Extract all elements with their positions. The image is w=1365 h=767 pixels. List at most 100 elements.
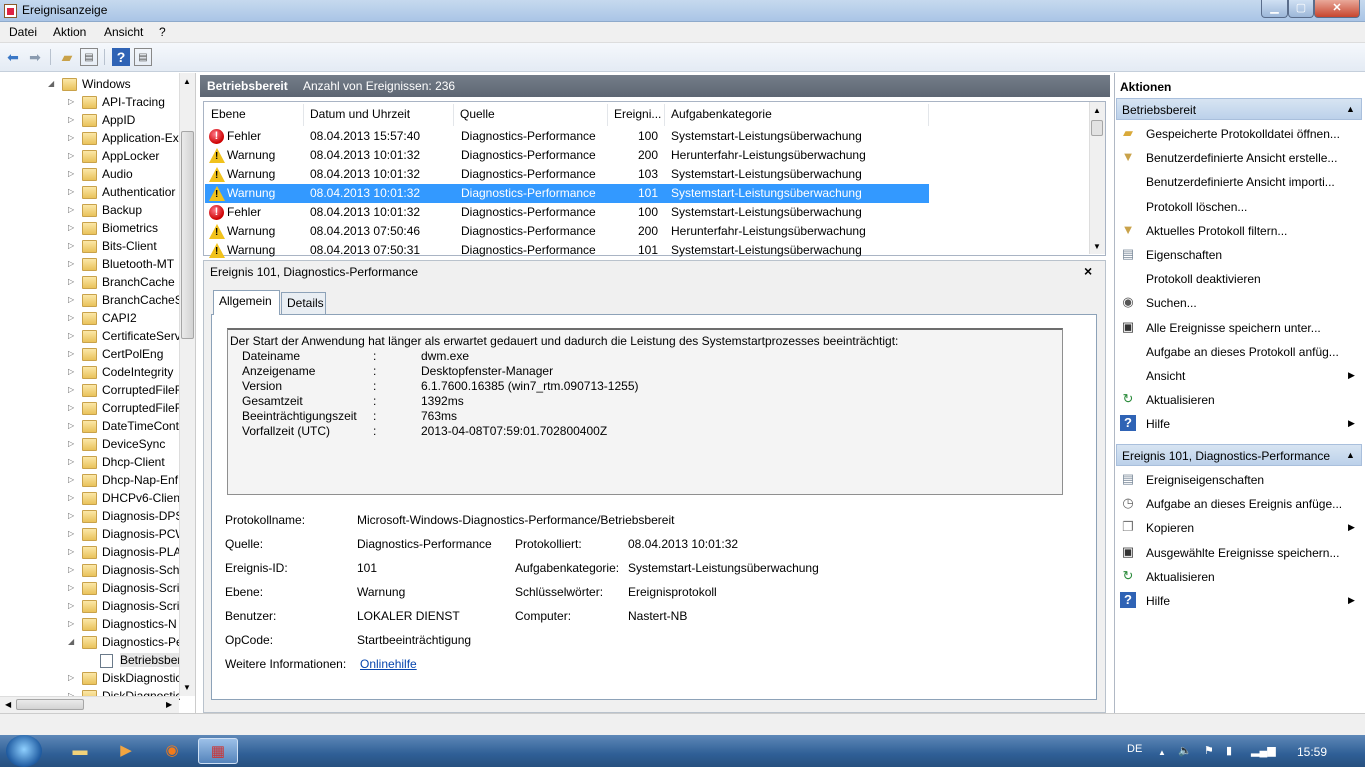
expand-arrow-icon[interactable]: ▷ bbox=[68, 439, 74, 448]
tree-item[interactable]: ▷ Audio bbox=[0, 166, 180, 184]
tree-item[interactable]: ◢ Windows bbox=[0, 76, 180, 94]
expand-arrow-icon[interactable]: ▷ bbox=[68, 223, 74, 232]
table-row[interactable]: Warnung 08.04.2013 10:01:32 Diagnostics-Pe… bbox=[205, 165, 929, 184]
table-row[interactable]: ! Fehler 08.04.2013 10:01:32 Diagnostics-Pe… bbox=[205, 203, 929, 222]
show-hidden-icons-icon[interactable]: ▲ bbox=[1158, 748, 1166, 757]
start-button[interactable] bbox=[6, 735, 42, 767]
tree-item[interactable]: ▷ CertificateServ bbox=[0, 328, 180, 346]
online-help-link[interactable]: Onlinehilfe bbox=[360, 657, 417, 671]
tree-item[interactable]: ▷ CorruptedFileF bbox=[0, 382, 180, 400]
tree-item[interactable]: ▷ DeviceSync bbox=[0, 436, 180, 454]
tree-item[interactable]: ▷ AppID bbox=[0, 112, 180, 130]
tree-item[interactable]: ▷ Diagnosis-DPS bbox=[0, 508, 180, 526]
column-header-category[interactable]: Aufgabenkategorie bbox=[665, 104, 929, 126]
tree-scroll-thumb[interactable] bbox=[181, 131, 194, 339]
tree-item[interactable]: ◢ Diagnostics-Pe bbox=[0, 634, 180, 652]
scroll-left-icon[interactable]: ◀ bbox=[5, 700, 11, 709]
expand-arrow-icon[interactable]: ▷ bbox=[68, 295, 74, 304]
expand-arrow-icon[interactable]: ▷ bbox=[68, 565, 74, 574]
tab-details[interactable]: Details bbox=[281, 292, 326, 314]
table-row[interactable]: Warnung 08.04.2013 07:50:46 Diagnostics-Pe… bbox=[205, 222, 929, 241]
expand-arrow-icon[interactable]: ▷ bbox=[68, 277, 74, 286]
tree-item[interactable]: ▷ Diagnosis-Scri bbox=[0, 598, 180, 616]
expand-arrow-icon[interactable]: ▷ bbox=[68, 187, 74, 196]
expand-arrow-icon[interactable]: ▷ bbox=[68, 349, 74, 358]
tree-item[interactable]: ▷ DiskDiagnostic bbox=[0, 670, 180, 688]
firefox-icon[interactable]: ◉ bbox=[152, 738, 192, 764]
tree-item[interactable]: ▷ Authenticatior bbox=[0, 184, 180, 202]
action-center-flag-icon[interactable]: ⚑ bbox=[1204, 744, 1214, 757]
collapse-arrow-icon[interactable]: ◢ bbox=[68, 637, 74, 646]
expand-arrow-icon[interactable]: ▷ bbox=[68, 241, 74, 250]
expand-arrow-icon[interactable]: ▷ bbox=[68, 583, 74, 592]
tree-item[interactable]: ▷ CAPI2 bbox=[0, 310, 180, 328]
table-row[interactable]: Warnung 08.04.2013 07:50:31 Diagnostics-Pe… bbox=[205, 241, 929, 260]
tree-item[interactable]: ▷ CorruptedFileF bbox=[0, 400, 180, 418]
expand-arrow-icon[interactable]: ▷ bbox=[68, 601, 74, 610]
network-icon[interactable]: ▂▄▆ bbox=[1251, 744, 1276, 757]
close-button[interactable]: ✕ bbox=[1314, 0, 1360, 18]
expand-arrow-icon[interactable]: ▷ bbox=[68, 457, 74, 466]
forward-icon[interactable]: ➡ bbox=[26, 48, 44, 66]
tree-item[interactable]: ▷ Application-Ex bbox=[0, 130, 180, 148]
expand-arrow-icon[interactable]: ▷ bbox=[68, 259, 74, 268]
language-indicator[interactable]: DE bbox=[1127, 743, 1142, 755]
show-actions-icon[interactable]: ▤ bbox=[134, 48, 152, 66]
tree-hscroll-thumb[interactable] bbox=[16, 699, 84, 710]
tree-item[interactable]: ▷ API-Tracing bbox=[0, 94, 180, 112]
column-header-level[interactable]: Ebene bbox=[205, 104, 304, 126]
expand-arrow-icon[interactable]: ▷ bbox=[68, 151, 74, 160]
tree-item[interactable]: ▷ CertPolEng bbox=[0, 346, 180, 364]
tree-item[interactable]: ▷ Bluetooth-MT bbox=[0, 256, 180, 274]
close-icon[interactable]: × bbox=[1084, 263, 1092, 279]
tree-item[interactable]: ▷ DateTimeCont bbox=[0, 418, 180, 436]
expand-arrow-icon[interactable]: ▷ bbox=[68, 313, 74, 322]
expand-arrow-icon[interactable]: ▷ bbox=[68, 673, 74, 682]
table-row[interactable]: ! Fehler 08.04.2013 15:57:40 Diagnostics-Pe… bbox=[205, 127, 929, 146]
column-header-date[interactable]: Datum und Uhrzeit bbox=[304, 104, 454, 126]
expand-arrow-icon[interactable]: ▷ bbox=[68, 115, 74, 124]
expand-arrow-icon[interactable]: ▷ bbox=[68, 529, 74, 538]
expand-arrow-icon[interactable]: ▷ bbox=[68, 97, 74, 106]
menu-aktion[interactable]: Aktion bbox=[53, 25, 86, 39]
minimize-button[interactable]: ▁ bbox=[1261, 0, 1288, 18]
power-icon[interactable]: ▮ bbox=[1226, 744, 1232, 757]
collapse-icon[interactable]: ▲ bbox=[1346, 450, 1355, 460]
expand-arrow-icon[interactable]: ▷ bbox=[68, 547, 74, 556]
tree-item[interactable]: ▷ Diagnostics-N bbox=[0, 616, 180, 634]
tree-item[interactable]: ▷ Dhcp-Nap-Enf bbox=[0, 472, 180, 490]
expand-arrow-icon[interactable]: ▷ bbox=[68, 619, 74, 628]
show-tree-icon[interactable]: ▤ bbox=[80, 48, 98, 66]
table-row[interactable]: Warnung 08.04.2013 10:01:32 Diagnostics-Pe… bbox=[205, 146, 929, 165]
expand-arrow-icon[interactable]: ▷ bbox=[68, 169, 74, 178]
tree-item[interactable]: ▷ Backup bbox=[0, 202, 180, 220]
expand-arrow-icon[interactable]: ▷ bbox=[68, 205, 74, 214]
expand-arrow-icon[interactable]: ▷ bbox=[68, 493, 74, 502]
collapse-icon[interactable]: ▲ bbox=[1346, 104, 1355, 114]
menu-datei[interactable]: Datei bbox=[9, 25, 37, 39]
up-icon[interactable]: ▰ bbox=[58, 48, 76, 66]
expand-arrow-icon[interactable]: ▷ bbox=[68, 421, 74, 430]
grid-scroll-thumb[interactable] bbox=[1091, 120, 1103, 136]
tree-item[interactable]: ▷ Diagnosis-Sch bbox=[0, 562, 180, 580]
scroll-down-icon[interactable]: ▼ bbox=[183, 683, 191, 692]
scroll-right-icon[interactable]: ▶ bbox=[166, 700, 172, 709]
back-icon[interactable]: ⬅ bbox=[4, 48, 22, 66]
column-header-source[interactable]: Quelle bbox=[454, 104, 608, 126]
tree-item[interactable]: ▷ Diagnosis-PLA bbox=[0, 544, 180, 562]
maximize-button[interactable]: ▢ bbox=[1288, 0, 1314, 18]
help-icon[interactable]: ? bbox=[112, 48, 130, 66]
tree-item[interactable]: ▷ Diagnosis-PCW bbox=[0, 526, 180, 544]
expand-arrow-icon[interactable]: ▷ bbox=[68, 403, 74, 412]
collapse-arrow-icon[interactable]: ◢ bbox=[48, 79, 54, 88]
tree-item[interactable]: ▷ Biometrics bbox=[0, 220, 180, 238]
tree-item[interactable]: ▷ DHCPv6-Clien bbox=[0, 490, 180, 508]
tab-allgemein[interactable]: Allgemein bbox=[213, 290, 280, 315]
tree-item[interactable]: ▷ Dhcp-Client bbox=[0, 454, 180, 472]
expand-arrow-icon[interactable]: ▷ bbox=[68, 331, 74, 340]
clock[interactable]: 15:59 bbox=[1297, 745, 1327, 759]
scroll-up-icon[interactable]: ▲ bbox=[1093, 106, 1101, 115]
tree-item[interactable]: ▷ Diagnosis-Scri bbox=[0, 580, 180, 598]
tree-item[interactable]: ▷ BranchCacheS bbox=[0, 292, 180, 310]
scroll-up-icon[interactable]: ▲ bbox=[183, 77, 191, 86]
